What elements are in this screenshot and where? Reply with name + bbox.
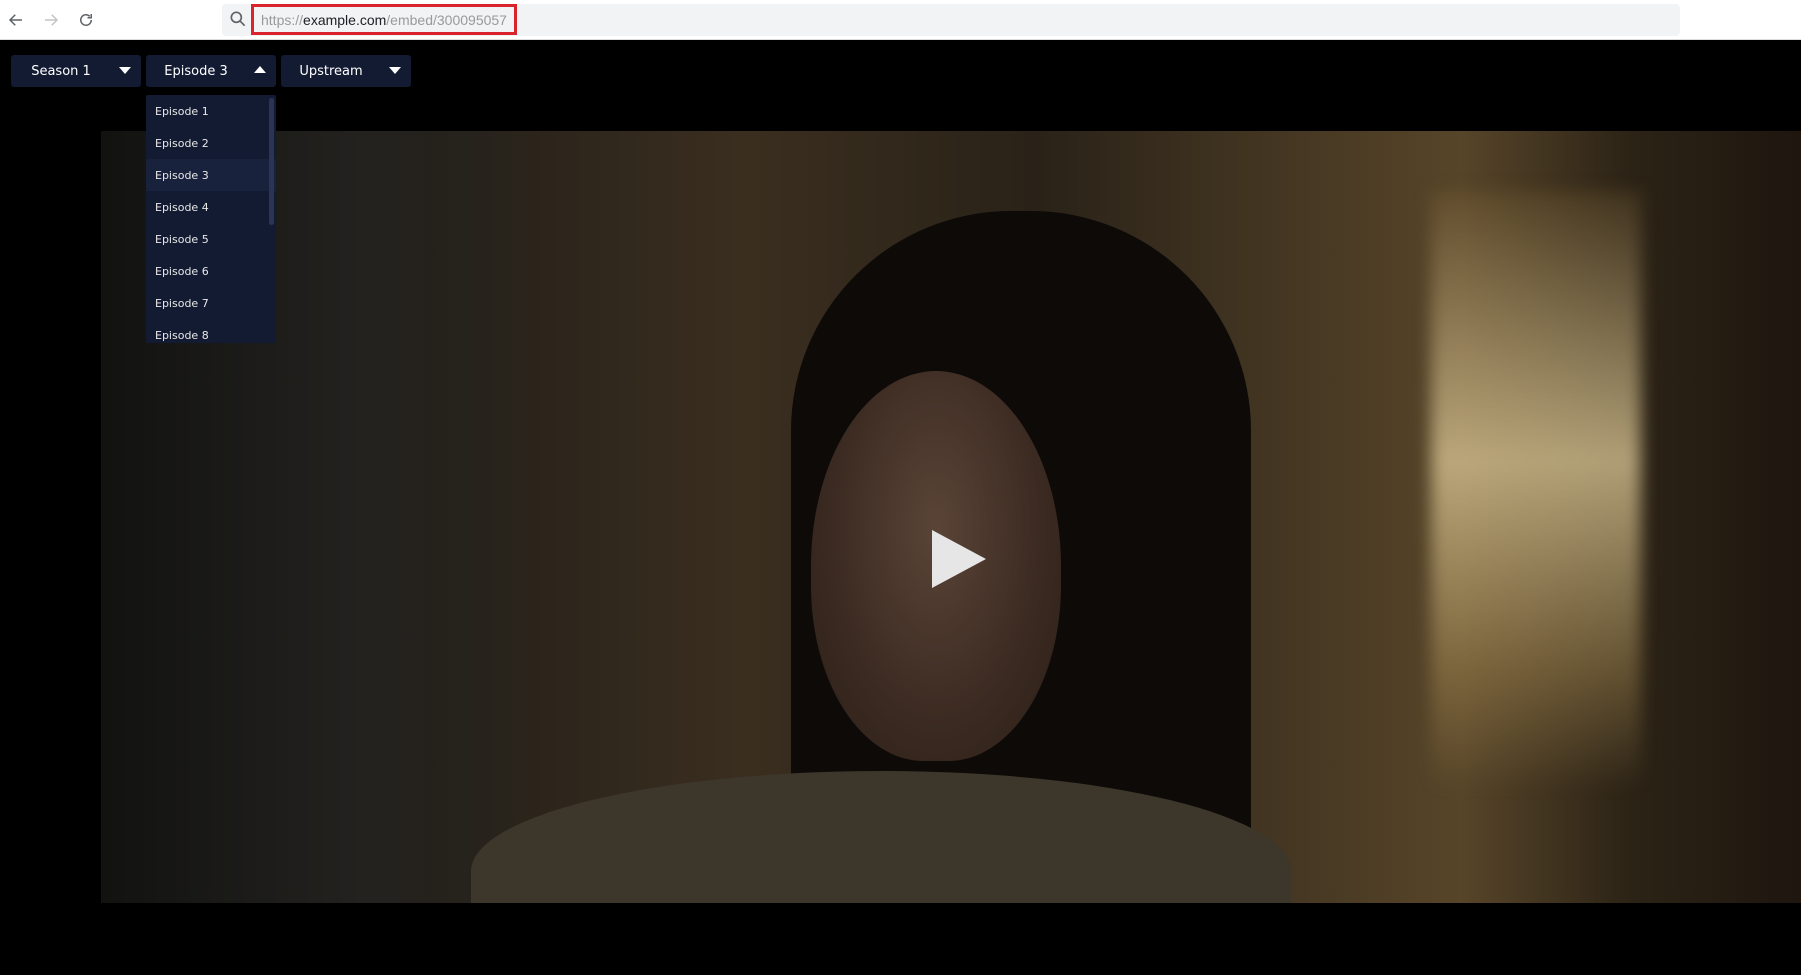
episode-option[interactable]: Episode 1 xyxy=(146,95,276,127)
server-dropdown-label: Upstream xyxy=(299,63,363,79)
episode-option[interactable]: Episode 2 xyxy=(146,127,276,159)
search-icon xyxy=(230,11,246,27)
episode-option[interactable]: Episode 8 xyxy=(146,319,276,343)
play-icon xyxy=(932,530,986,588)
episode-option[interactable]: Episode 5 xyxy=(146,223,276,255)
url-path: /embed/300095057 xyxy=(386,11,507,28)
episode-menu: Episode 1 Episode 2 Episode 3 Episode 4 … xyxy=(146,95,276,343)
reload-button[interactable] xyxy=(74,8,98,32)
episode-option-selected[interactable]: Episode 3 xyxy=(146,159,276,191)
arrow-right-icon xyxy=(45,14,59,26)
forward-button[interactable] xyxy=(39,8,63,32)
caret-down-icon xyxy=(389,67,401,74)
episode-menu-scrollbar[interactable] xyxy=(269,98,274,225)
episode-option[interactable]: Episode 6 xyxy=(146,255,276,287)
season-dropdown-label: Season 1 xyxy=(31,63,91,79)
video-player: Season 1 Episode 3 Upstream Episode 1 Ep… xyxy=(0,41,1801,975)
back-button[interactable] xyxy=(4,8,28,32)
server-dropdown[interactable]: Upstream xyxy=(281,55,411,87)
browser-toolbar: https://example.com/embed/300095057 xyxy=(0,0,1801,40)
episode-option[interactable]: Episode 4 xyxy=(146,191,276,223)
url-scheme: https:// xyxy=(261,11,304,28)
caret-down-icon xyxy=(119,67,131,74)
url-text: https://example.com/embed/300095057 xyxy=(261,12,507,28)
video-frame[interactable] xyxy=(101,131,1801,903)
video-scene-light xyxy=(1431,191,1641,791)
reload-icon xyxy=(80,14,92,26)
url-host: example.com xyxy=(303,11,387,28)
season-dropdown[interactable]: Season 1 xyxy=(11,55,141,87)
play-button[interactable] xyxy=(928,528,990,590)
episode-dropdown-label: Episode 3 xyxy=(164,63,228,79)
episode-option[interactable]: Episode 7 xyxy=(146,287,276,319)
caret-up-icon xyxy=(254,66,266,73)
episode-dropdown[interactable]: Episode 3 xyxy=(146,55,276,87)
url-field[interactable]: https://example.com/embed/300095057 xyxy=(251,4,517,35)
arrow-left-icon xyxy=(8,14,22,26)
